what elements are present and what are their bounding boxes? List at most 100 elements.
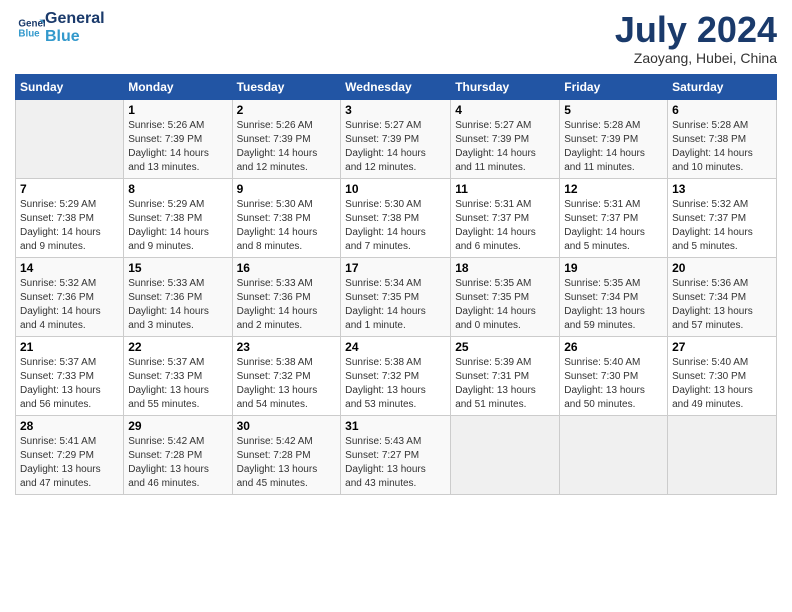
day-number: 20 xyxy=(672,261,772,275)
calendar-cell: 10Sunrise: 5:30 AM Sunset: 7:38 PM Dayli… xyxy=(341,178,451,257)
calendar-cell: 25 Sunrise: 5:39 AM Sunset: 7:31 PM Dayli… xyxy=(451,336,560,415)
calendar-cell: 9 Sunrise: 5:30 AM Sunset: 7:38 PM Daylig… xyxy=(232,178,341,257)
day-number: 1 xyxy=(128,103,227,117)
col-tuesday: Tuesday xyxy=(232,74,341,99)
calendar-cell xyxy=(451,415,560,494)
day-info: Sunrise: 5:28 AM Sunset: 7:39 PM Dayligh… xyxy=(564,119,663,175)
calendar-cell xyxy=(16,99,124,178)
calendar-cell: 7 Sunrise: 5:29 AM Sunset: 7:38 PM Daylig… xyxy=(16,178,124,257)
day-info: Sunrise: 5:41 AM Sunset: 7:29 PM Dayligh… xyxy=(20,435,119,491)
logo-general: General xyxy=(45,10,105,28)
day-number: 8 xyxy=(128,182,227,196)
calendar-cell: 31Sunrise: 5:43 AM Sunset: 7:27 PM Dayli… xyxy=(341,415,451,494)
calendar-cell: 30Sunrise: 5:42 AM Sunset: 7:28 PM Dayli… xyxy=(232,415,341,494)
calendar-cell: 21Sunrise: 5:37 AM Sunset: 7:33 PM Dayli… xyxy=(16,336,124,415)
day-info: Sunrise: 5:29 AM Sunset: 7:38 PM Dayligh… xyxy=(20,198,119,254)
header: General Blue General Blue July 2024 Zaoy… xyxy=(15,10,777,66)
day-number: 27 xyxy=(672,340,772,354)
day-number: 21 xyxy=(20,340,119,354)
day-number: 11 xyxy=(455,182,555,196)
calendar-week-4: 21 Sunrise: 5:37 AM Sunset: 7:33 PM Dayli… xyxy=(16,336,777,415)
calendar-table: Sunday Monday Tuesday Wednesday Thursday… xyxy=(15,74,777,495)
calendar-cell: 26Sunrise: 5:40 AM Sunset: 7:30 PM Dayli… xyxy=(560,336,668,415)
calendar-week-2: 7 Sunrise: 5:29 AM Sunset: 7:38 PM Daylig… xyxy=(16,178,777,257)
calendar-cell: 24 Sunrise: 5:38 AM Sunset: 7:32 PM Dayli… xyxy=(341,336,451,415)
calendar-cell: 11 Sunrise: 5:31 AM Sunset: 7:37 PM Dayli… xyxy=(451,178,560,257)
day-info: Sunrise: 5:36 AM Sunset: 7:34 PM Dayligh… xyxy=(672,277,772,333)
logo-icon: General Blue xyxy=(17,14,45,42)
day-info: Sunrise: 5:39 AM Sunset: 7:31 PM Dayligh… xyxy=(455,356,555,412)
day-info: Sunrise: 5:26 AM Sunset: 7:39 PM Dayligh… xyxy=(237,119,337,175)
calendar-cell xyxy=(560,415,668,494)
day-info: Sunrise: 5:31 AM Sunset: 7:37 PM Dayligh… xyxy=(455,198,555,254)
day-number: 22 xyxy=(128,340,227,354)
day-number: 6 xyxy=(672,103,772,117)
calendar-cell: 1 Sunrise: 5:26 AM Sunset: 7:39 PM Daylig… xyxy=(124,99,232,178)
calendar-cell: 6 Sunrise: 5:28 AM Sunset: 7:38 PM Daylig… xyxy=(668,99,777,178)
calendar-cell: 19 Sunrise: 5:35 AM Sunset: 7:34 PM Dayli… xyxy=(560,257,668,336)
col-wednesday: Wednesday xyxy=(341,74,451,99)
title-area: July 2024 Zaoyang, Hubei, China xyxy=(615,10,777,66)
calendar-cell: 29Sunrise: 5:42 AM Sunset: 7:28 PM Dayli… xyxy=(124,415,232,494)
day-number: 23 xyxy=(237,340,337,354)
day-number: 25 xyxy=(455,340,555,354)
calendar-cell: 2 Sunrise: 5:26 AM Sunset: 7:39 PM Daylig… xyxy=(232,99,341,178)
calendar-cell: 22 Sunrise: 5:37 AM Sunset: 7:33 PM Dayli… xyxy=(124,336,232,415)
day-info: Sunrise: 5:40 AM Sunset: 7:30 PM Dayligh… xyxy=(672,356,772,412)
day-info: Sunrise: 5:35 AM Sunset: 7:34 PM Dayligh… xyxy=(564,277,663,333)
day-number: 10 xyxy=(345,182,446,196)
day-number: 5 xyxy=(564,103,663,117)
day-number: 30 xyxy=(237,419,337,433)
day-info: Sunrise: 5:35 AM Sunset: 7:35 PM Dayligh… xyxy=(455,277,555,333)
month-title: July 2024 xyxy=(615,10,777,50)
logo-blue: Blue xyxy=(45,28,105,46)
col-monday: Monday xyxy=(124,74,232,99)
subtitle: Zaoyang, Hubei, China xyxy=(615,50,777,66)
svg-text:Blue: Blue xyxy=(18,28,40,39)
calendar-cell: 23 Sunrise: 5:38 AM Sunset: 7:32 PM Dayli… xyxy=(232,336,341,415)
day-number: 9 xyxy=(237,182,337,196)
day-number: 4 xyxy=(455,103,555,117)
day-number: 15 xyxy=(128,261,227,275)
day-info: Sunrise: 5:33 AM Sunset: 7:36 PM Dayligh… xyxy=(237,277,337,333)
day-number: 19 xyxy=(564,261,663,275)
col-friday: Friday xyxy=(560,74,668,99)
day-number: 28 xyxy=(20,419,119,433)
day-number: 7 xyxy=(20,182,119,196)
day-info: Sunrise: 5:26 AM Sunset: 7:39 PM Dayligh… xyxy=(128,119,227,175)
logo: General Blue General Blue xyxy=(15,10,105,45)
day-number: 2 xyxy=(237,103,337,117)
day-info: Sunrise: 5:37 AM Sunset: 7:33 PM Dayligh… xyxy=(128,356,227,412)
day-number: 14 xyxy=(20,261,119,275)
calendar-week-1: 1 Sunrise: 5:26 AM Sunset: 7:39 PM Daylig… xyxy=(16,99,777,178)
calendar-cell: 28 Sunrise: 5:41 AM Sunset: 7:29 PM Dayli… xyxy=(16,415,124,494)
day-info: Sunrise: 5:38 AM Sunset: 7:32 PM Dayligh… xyxy=(345,356,446,412)
calendar-cell: 17Sunrise: 5:34 AM Sunset: 7:35 PM Dayli… xyxy=(341,257,451,336)
day-info: Sunrise: 5:27 AM Sunset: 7:39 PM Dayligh… xyxy=(455,119,555,175)
calendar-cell: 4 Sunrise: 5:27 AM Sunset: 7:39 PM Daylig… xyxy=(451,99,560,178)
calendar-cell: 20 Sunrise: 5:36 AM Sunset: 7:34 PM Dayli… xyxy=(668,257,777,336)
calendar-cell: 15 Sunrise: 5:33 AM Sunset: 7:36 PM Dayli… xyxy=(124,257,232,336)
calendar-cell: 14 Sunrise: 5:32 AM Sunset: 7:36 PM Dayli… xyxy=(16,257,124,336)
calendar-header-row: Sunday Monday Tuesday Wednesday Thursday… xyxy=(16,74,777,99)
day-number: 24 xyxy=(345,340,446,354)
day-info: Sunrise: 5:38 AM Sunset: 7:32 PM Dayligh… xyxy=(237,356,337,412)
calendar-cell: 12 Sunrise: 5:31 AM Sunset: 7:37 PM Dayli… xyxy=(560,178,668,257)
day-number: 13 xyxy=(672,182,772,196)
day-number: 31 xyxy=(345,419,446,433)
day-info: Sunrise: 5:32 AM Sunset: 7:36 PM Dayligh… xyxy=(20,277,119,333)
day-info: Sunrise: 5:31 AM Sunset: 7:37 PM Dayligh… xyxy=(564,198,663,254)
calendar-cell: 3 Sunrise: 5:27 AM Sunset: 7:39 PM Daylig… xyxy=(341,99,451,178)
calendar-cell: 16Sunrise: 5:33 AM Sunset: 7:36 PM Dayli… xyxy=(232,257,341,336)
day-number: 17 xyxy=(345,261,446,275)
day-number: 12 xyxy=(564,182,663,196)
day-info: Sunrise: 5:27 AM Sunset: 7:39 PM Dayligh… xyxy=(345,119,446,175)
day-info: Sunrise: 5:33 AM Sunset: 7:36 PM Dayligh… xyxy=(128,277,227,333)
col-sunday: Sunday xyxy=(16,74,124,99)
day-info: Sunrise: 5:28 AM Sunset: 7:38 PM Dayligh… xyxy=(672,119,772,175)
day-info: Sunrise: 5:30 AM Sunset: 7:38 PM Dayligh… xyxy=(237,198,337,254)
day-info: Sunrise: 5:40 AM Sunset: 7:30 PM Dayligh… xyxy=(564,356,663,412)
calendar-cell: 18Sunrise: 5:35 AM Sunset: 7:35 PM Dayli… xyxy=(451,257,560,336)
day-number: 3 xyxy=(345,103,446,117)
main-container: General Blue General Blue July 2024 Zaoy… xyxy=(0,0,792,505)
